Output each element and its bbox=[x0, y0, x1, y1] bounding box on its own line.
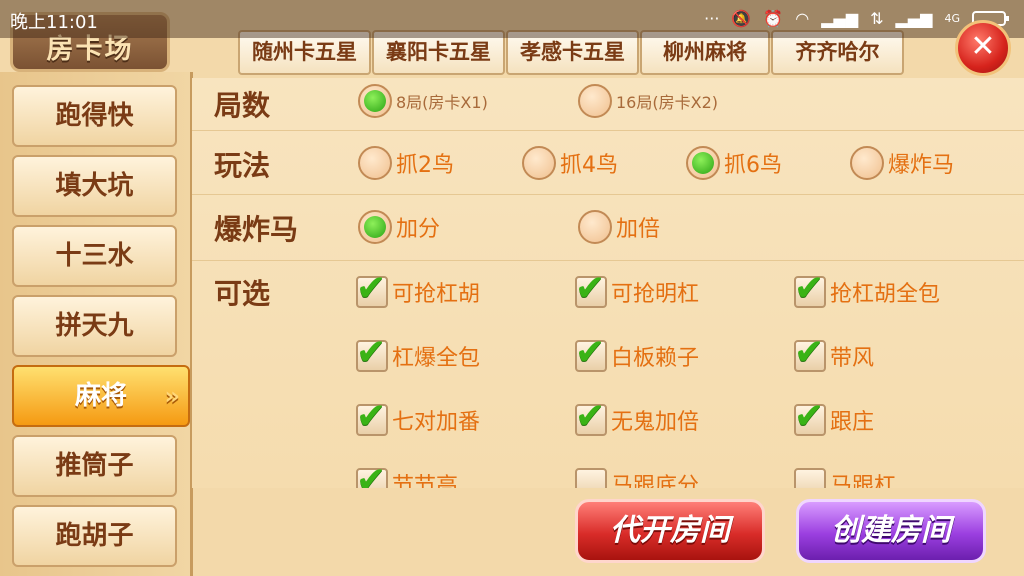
rounds-label: 局数 bbox=[214, 89, 271, 122]
bomb-horse-row: 爆炸马 加分 加倍 bbox=[192, 194, 1024, 261]
check-icon: ✔ bbox=[575, 332, 606, 373]
bomb-horse-option-add[interactable]: 加分 bbox=[358, 210, 440, 244]
radio-icon bbox=[358, 84, 392, 118]
radio-icon bbox=[358, 210, 392, 244]
rounds-option-8[interactable]: 8局(房卡X1) bbox=[358, 84, 488, 118]
sidebar-item-majiang[interactable]: 麻将» bbox=[12, 365, 190, 427]
close-icon: ✕ bbox=[970, 29, 996, 64]
check-icon: ✔ bbox=[356, 332, 387, 373]
sidebar-item-shisanshui[interactable]: 十三水 bbox=[12, 225, 177, 287]
radio-icon bbox=[578, 210, 612, 244]
create-room-button[interactable]: 创建房间 bbox=[796, 499, 986, 563]
sidebar-item-tuitongzi[interactable]: 推筒子 bbox=[12, 435, 177, 497]
option-jiejiegao[interactable]: ✔ 节节高 bbox=[356, 460, 458, 488]
signal-icon: ▂▄▆ bbox=[821, 9, 859, 28]
option-dai-feng[interactable]: ✔ 带风 bbox=[794, 332, 874, 373]
gameplay-row: 玩法 抓2鸟 抓4鸟 抓6鸟 爆炸马 bbox=[192, 130, 1024, 195]
mute-icon: 🔕 bbox=[731, 9, 752, 28]
option-gang-bao-quanbao[interactable]: ✔ 杠爆全包 bbox=[356, 332, 480, 373]
signal2-icon: ▂▄▆ bbox=[895, 9, 933, 28]
check-icon: ✔ bbox=[794, 332, 825, 373]
radio-icon bbox=[850, 146, 884, 180]
close-button[interactable]: ✕ bbox=[955, 20, 1011, 76]
bomb-horse-option-double[interactable]: 加倍 bbox=[578, 210, 660, 244]
option-qiang-gang-hu[interactable]: ✔ 可抢杠胡 bbox=[356, 268, 480, 309]
bomb-horse-label: 爆炸马 bbox=[214, 213, 299, 246]
rounds-row: 局数 8局(房卡X1) 16局(房卡X2) bbox=[192, 78, 1024, 131]
check-icon: ✔ bbox=[794, 396, 825, 437]
gameplay-option-2[interactable]: 抓2鸟 bbox=[358, 146, 454, 180]
option-qidui-jiafan[interactable]: ✔ 七对加番 bbox=[356, 396, 480, 437]
option-baiban-laizi[interactable]: ✔ 白板赖子 bbox=[575, 332, 699, 373]
radio-icon bbox=[522, 146, 556, 180]
check-icon: ✔ bbox=[356, 396, 387, 437]
option-qiang-gang-hu-quanbao[interactable]: ✔ 抢杠胡全包 bbox=[794, 268, 940, 309]
gameplay-option-bomb[interactable]: 爆炸马 bbox=[850, 146, 954, 180]
data-arrows-icon: ⇅ bbox=[870, 9, 884, 28]
option-gen-zhuang[interactable]: ✔ 跟庄 bbox=[794, 396, 874, 437]
check-icon: ✔ bbox=[356, 268, 387, 309]
sidebar-item-paodekuai[interactable]: 跑得快 bbox=[12, 85, 177, 147]
status-icons: ··· 🔕 ⏰ ◠ ▂▄▆ ⇅ ▂▄▆ 4G bbox=[704, 9, 1009, 28]
check-icon: ✔ bbox=[794, 268, 825, 309]
option-ma-gen-difen[interactable]: 马跟底分 bbox=[575, 468, 699, 488]
check-icon: ✔ bbox=[575, 268, 606, 309]
gameplay-label: 玩法 bbox=[214, 149, 271, 182]
radio-icon bbox=[358, 146, 392, 180]
check-icon: ✔ bbox=[575, 396, 606, 437]
sidebar-item-paohuzi[interactable]: 跑胡子 bbox=[12, 505, 177, 567]
wifi-icon: ◠ bbox=[795, 9, 810, 28]
status-time: 晚上11:01 bbox=[10, 12, 98, 33]
alarm-icon: ⏰ bbox=[763, 9, 784, 28]
sidebar-item-tiandakeng[interactable]: 填大坑 bbox=[12, 155, 177, 217]
status-bar: 晚上11:01 ··· 🔕 ⏰ ◠ ▂▄▆ ⇅ ▂▄▆ 4G bbox=[0, 0, 1024, 38]
gameplay-option-4[interactable]: 抓4鸟 bbox=[522, 146, 618, 180]
optional-row: 可选 ✔ 可抢杠胡 ✔ 可抢明杠 ✔ 抢杠胡全包 ✔ 杠爆全包 ✔ 白板赖子 ✔… bbox=[192, 260, 1024, 488]
active-arrow-icon: » bbox=[164, 382, 180, 410]
option-qiang-ming-gang[interactable]: ✔ 可抢明杠 bbox=[575, 268, 699, 309]
optional-label: 可选 bbox=[214, 277, 271, 310]
more-icon: ··· bbox=[704, 9, 720, 28]
radio-icon bbox=[686, 146, 720, 180]
option-ma-gen-gang[interactable]: 马跟杠 bbox=[794, 468, 896, 488]
rules-panel[interactable]: 局数 8局(房卡X1) 16局(房卡X2) 玩法 抓2鸟 抓4鸟 抓6鸟 爆炸马 bbox=[192, 78, 1024, 488]
option-wugui-jiabei[interactable]: ✔ 无鬼加倍 bbox=[575, 396, 699, 437]
sidebar-item-pintianjiu[interactable]: 拼天九 bbox=[12, 295, 177, 357]
proxy-open-room-button[interactable]: 代开房间 bbox=[575, 499, 765, 563]
check-icon: ✔ bbox=[356, 460, 387, 488]
network-type: 4G bbox=[944, 12, 960, 25]
rounds-option-16[interactable]: 16局(房卡X2) bbox=[578, 84, 718, 118]
gameplay-option-6[interactable]: 抓6鸟 bbox=[686, 146, 782, 180]
radio-icon bbox=[578, 84, 612, 118]
